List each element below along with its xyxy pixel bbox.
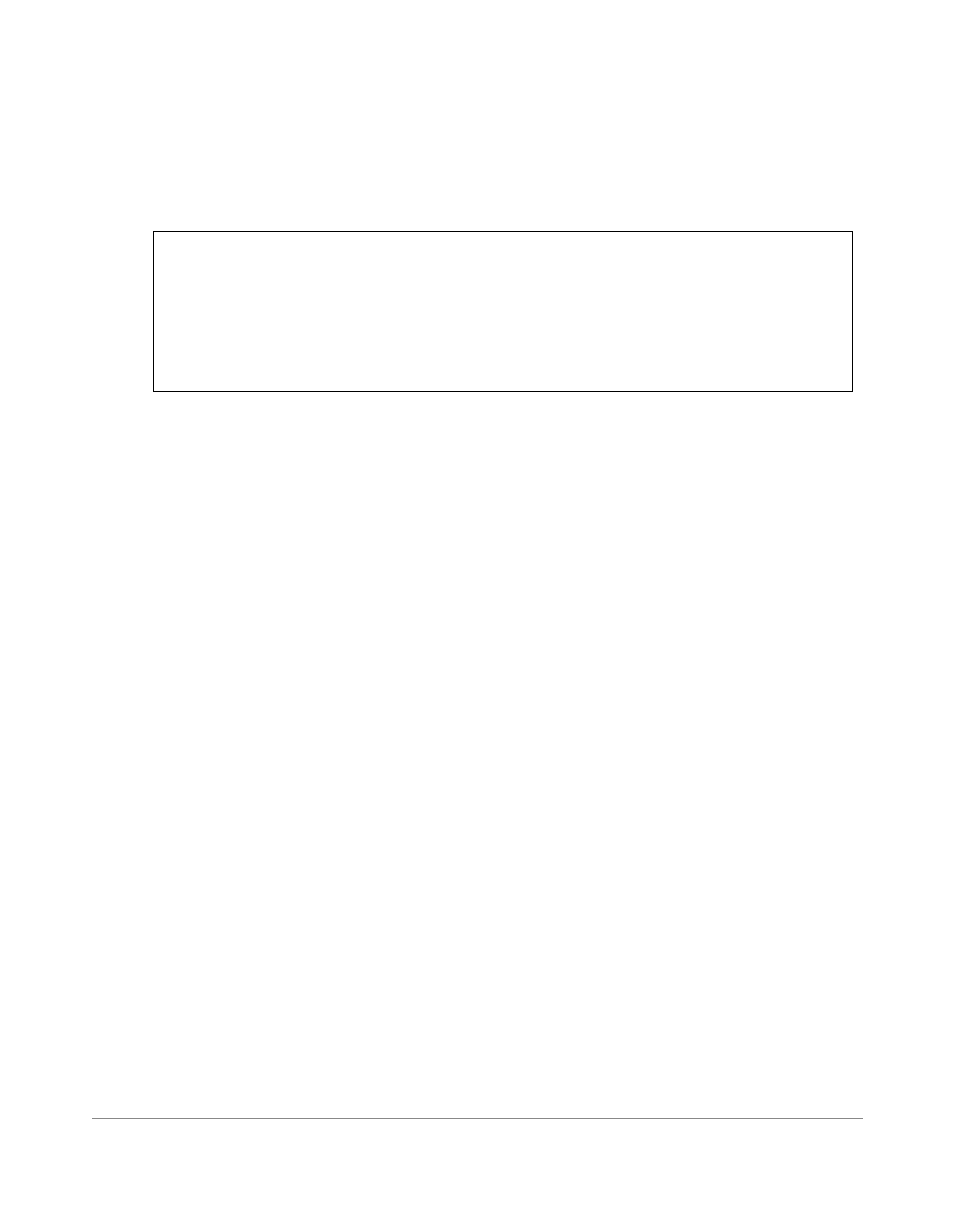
content-box (153, 231, 853, 392)
footer-divider (92, 1118, 863, 1119)
